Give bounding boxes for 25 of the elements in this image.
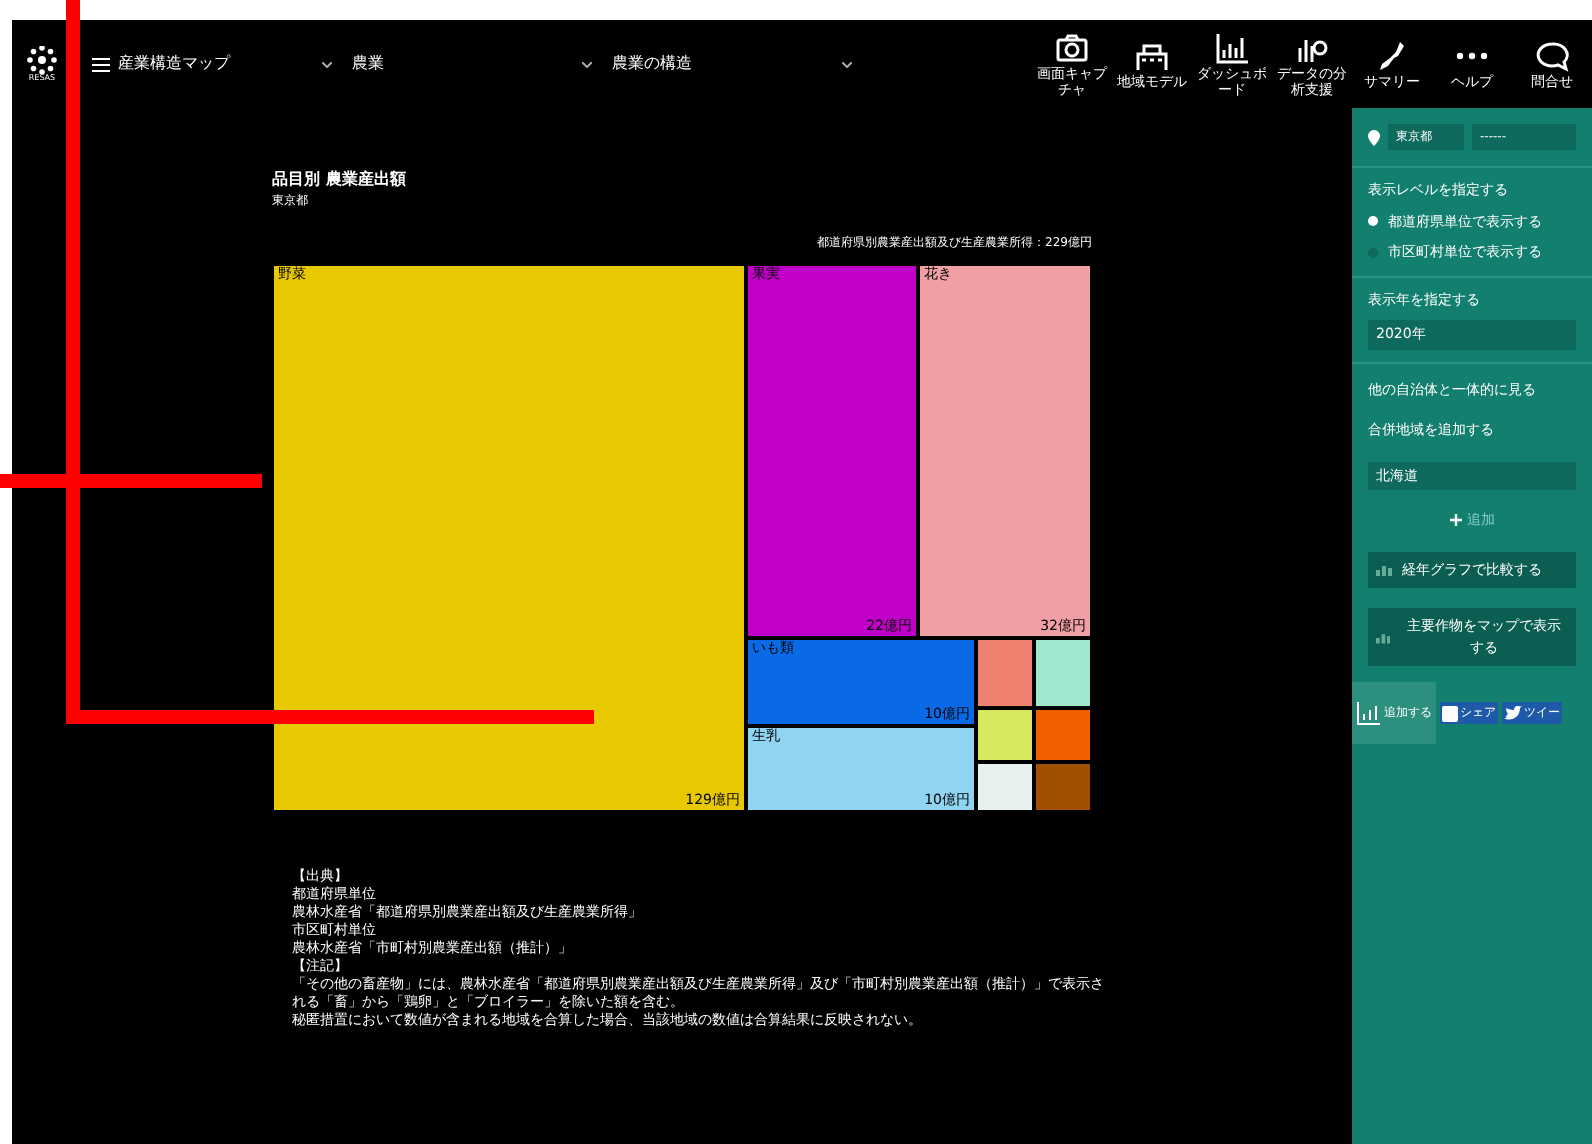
- more-icon: [1456, 51, 1488, 59]
- location-pin-icon: [1368, 129, 1380, 145]
- treemap-tile[interactable]: [976, 762, 1034, 812]
- bar-chart-icon: [1376, 563, 1392, 576]
- bar-chart-icon: [1214, 31, 1250, 63]
- treemap-tile[interactable]: [976, 708, 1034, 762]
- bird-icon: [1504, 705, 1522, 721]
- bar-chart-icon: [1376, 631, 1391, 643]
- menu-dropdown[interactable]: 農業の構造: [612, 52, 852, 76]
- building-icon: [1134, 39, 1170, 71]
- chart-icon: [1356, 701, 1380, 725]
- treemap-tile[interactable]: [1034, 708, 1092, 762]
- chevron-down-icon: [322, 61, 332, 67]
- menu-dropdown[interactable]: 産業構造マップ: [92, 52, 332, 76]
- chevron-down-icon: [842, 61, 852, 67]
- chevron-down-icon: [582, 61, 592, 67]
- menu-dropdown[interactable]: 農業: [352, 52, 592, 76]
- plus-icon: [1449, 514, 1461, 527]
- treemap-tile[interactable]: [1034, 762, 1092, 812]
- logo-icon: [24, 46, 60, 74]
- treemap-tile[interactable]: [1034, 638, 1092, 708]
- camera-icon: [1054, 31, 1090, 63]
- chart-title: 品目別 農業産出額: [272, 168, 408, 192]
- speech-bubble-icon: [1534, 39, 1570, 71]
- treemap-tile[interactable]: [976, 638, 1034, 708]
